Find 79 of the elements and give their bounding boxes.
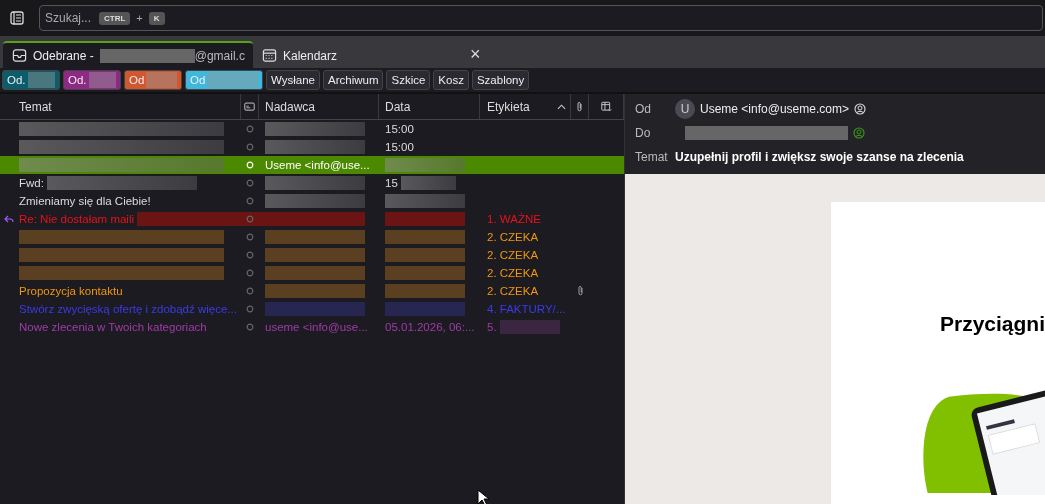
status-dot-icon [246, 215, 254, 223]
folder-button[interactable]: Od [124, 70, 182, 90]
sender-address[interactable]: Useme <info@useme.com> [700, 102, 849, 116]
inbox-icon [12, 48, 27, 63]
paperclip-icon[interactable] [574, 100, 585, 113]
message-row[interactable]: Propozycja kontaktu 2. CZEKA [0, 282, 624, 300]
column-header[interactable]: Data [379, 94, 480, 119]
message-sender: Useme <info@use... [265, 159, 370, 171]
message-subject: Propozycja kontaktu [19, 285, 123, 297]
folder-button[interactable]: Szkice [386, 70, 431, 90]
message-subject: Stwórz zwycięską ofertę i zdobądź więce... [19, 303, 237, 315]
message-tag: 2. CZEKA [487, 285, 539, 297]
message-subject: Fwd: [19, 177, 44, 189]
message-subject: Nowe zlecenia w Twoich kategoriach [19, 321, 207, 333]
message-row[interactable]: 15:00 [0, 138, 624, 156]
status-dot-icon [246, 251, 254, 259]
status-dot-icon [246, 287, 254, 295]
tab-label: @gmail.c [194, 48, 245, 63]
read-status-icon[interactable] [244, 100, 255, 113]
message-row[interactable]: Useme <info@use... [0, 156, 624, 174]
message-tag: 4. FAKTURY/... [487, 303, 566, 315]
close-button[interactable]: × [470, 41, 481, 68]
mouse-cursor-icon [477, 489, 489, 504]
status-dot-icon [246, 125, 254, 133]
field-label: Od [635, 102, 652, 116]
sort-ascending-icon[interactable] [557, 103, 566, 110]
status-dot-icon [246, 179, 254, 187]
folder-button[interactable]: Od. [2, 70, 60, 90]
message-tag: 5. [487, 321, 497, 333]
field-label: Temat [635, 150, 669, 164]
message-row[interactable]: 15:00 [0, 120, 624, 138]
message-date: 05.01.2026, 06:... [385, 321, 475, 333]
message-date: 15:00 [385, 123, 414, 135]
tab[interactable]: Odebrane - @gmail.c [3, 41, 253, 68]
column-header[interactable]: Nadawca [259, 94, 379, 119]
message-date: 15 [385, 177, 398, 189]
tab[interactable]: Kalendarz [253, 41, 347, 68]
tab-label: Kalendarz [283, 48, 338, 63]
message-date: 15:00 [385, 141, 414, 153]
folder-button[interactable]: Szablony [471, 70, 530, 90]
status-dot-icon [246, 143, 254, 151]
keyboard-key: CTRL [99, 11, 131, 25]
message-subject: Uzupełnij profil i zwiększ swoje szanse na zlecenia [675, 150, 964, 164]
message-row[interactable]: 2. CZEKA [0, 246, 624, 264]
email-heading: Przyciągni [939, 312, 1045, 336]
keyboard-key: K [148, 11, 165, 25]
menu-icon[interactable] [9, 10, 25, 26]
tab-label: Odebrane - [33, 48, 94, 63]
message-row[interactable]: 2. CZEKA [0, 264, 624, 282]
message-sender: useme <info@use... [265, 321, 368, 333]
status-dot-icon [246, 269, 254, 277]
avatar: U [675, 99, 695, 119]
folder-button[interactable]: Kosz [433, 70, 469, 90]
column-header[interactable]: Etykieta [487, 99, 530, 114]
search-field[interactable]: Szukaj... [45, 11, 93, 25]
search-bar[interactable]: Szukaj... CTRL + K [39, 5, 1043, 31]
column-header[interactable]: Temat [0, 94, 241, 119]
message-row[interactable]: Fwd: 15 [0, 174, 624, 192]
plus-sign: + [136, 12, 143, 24]
status-dot-icon [246, 305, 254, 313]
message-row[interactable]: 2. CZEKA [0, 228, 624, 246]
message-tag: 1. WAŻNE [487, 213, 541, 225]
calendar-icon [262, 48, 277, 63]
status-dot-icon [246, 233, 254, 241]
status-dot-icon [246, 197, 254, 205]
status-dot-icon [246, 323, 254, 331]
message-subject: Re: Nie dostałam maili [19, 213, 135, 225]
message-tag: 2. CZEKA [487, 267, 539, 279]
field-label: Do [635, 126, 652, 140]
folder-button[interactable]: Od. [63, 70, 121, 90]
message-tag: 2. CZEKA [487, 249, 539, 261]
column-picker-icon[interactable] [600, 100, 612, 113]
folder-button[interactable]: Wysłane [266, 70, 320, 90]
message-tag: 2. CZEKA [487, 231, 539, 243]
folder-button[interactable]: Archiwum [323, 70, 384, 90]
message-subject: Zmieniamy się dla Ciebie! [19, 195, 151, 207]
message-row[interactable]: Zmieniamy się dla Ciebie! [0, 192, 624, 210]
message-row[interactable]: Re: Nie dostałam maili 1. WAŻNE [0, 210, 624, 228]
status-dot-icon [246, 161, 254, 169]
